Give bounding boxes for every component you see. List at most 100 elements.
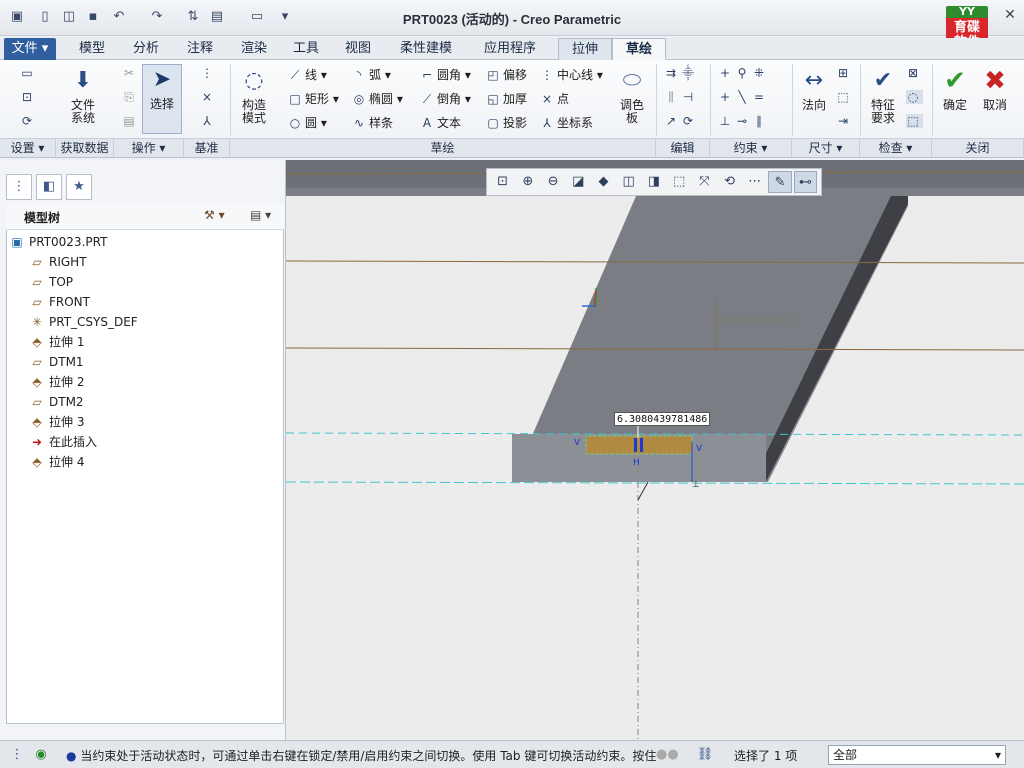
datum-csys-icon[interactable]: ⅄: [200, 114, 217, 128]
offset-tool[interactable]: ◰ 偏移: [486, 66, 527, 83]
lock-icon[interactable]: ⊷: [793, 171, 817, 193]
copy-icon[interactable]: ⎘: [122, 90, 139, 104]
tree-item[interactable]: ▱ RIGHT: [30, 252, 86, 272]
normal-dimension-button[interactable]: ↔ 法向: [796, 66, 832, 112]
centerline-datum-icon[interactable]: ⋮: [200, 66, 217, 80]
sketch-view-icon[interactable]: ⟳: [20, 114, 37, 128]
highlight-open-ends-icon[interactable]: ◌: [906, 90, 923, 104]
datum-point-icon[interactable]: ×: [200, 90, 217, 104]
tab-file[interactable]: 文件 ▾: [4, 38, 56, 60]
group-setup[interactable]: 设置 ▾: [0, 138, 56, 157]
overlap-geometry-icon[interactable]: ⊠: [906, 66, 923, 80]
mirror-icon[interactable]: ⫼ ⊣: [664, 90, 698, 104]
dim-baseline-icon[interactable]: ⇥: [836, 114, 853, 128]
tab-extrude[interactable]: 拉伸: [558, 38, 612, 60]
datum-plane-icon: ▱: [32, 255, 42, 269]
tab-annotate[interactable]: 注释: [174, 38, 226, 60]
folder-browser-tab-icon[interactable]: ◧: [36, 174, 62, 200]
tab-applications[interactable]: 应用程序: [472, 38, 548, 60]
centerline-tool[interactable]: ⋮ 中心线 ▾: [540, 66, 603, 83]
tree-item[interactable]: ⬘ 拉伸 4: [30, 452, 84, 472]
rectangle-tool[interactable]: □ 矩形 ▾: [288, 90, 339, 107]
fillet-tool[interactable]: ⌐ 圆角 ▾: [420, 66, 471, 83]
dim-perimeter-icon[interactable]: ⊞: [836, 66, 853, 80]
display-style-icon[interactable]: ◆: [592, 171, 615, 193]
spline-tool[interactable]: ∿ 样条: [352, 114, 393, 131]
favorites-tab-icon[interactable]: ★: [66, 174, 92, 200]
constraint-vertical-icon[interactable]: + ⚲ ⁜: [718, 66, 769, 80]
ellipse-tool[interactable]: ◎ 椭圆 ▾: [352, 90, 403, 107]
tree-item[interactable]: ✳ PRT_CSYS_DEF: [30, 312, 138, 332]
circle-tool[interactable]: ○ 圆 ▾: [288, 114, 327, 131]
browser-icon[interactable]: ◉: [32, 746, 50, 764]
zoom-out-icon[interactable]: ⊖: [541, 171, 564, 193]
tree-item[interactable]: ➜ 在此插入: [30, 432, 97, 452]
show-navigator-icon[interactable]: ⋮: [8, 746, 26, 764]
feature-requirements-button[interactable]: ✔ 特征 要求: [864, 66, 902, 125]
vertex-display-icon[interactable]: ✎: [768, 171, 792, 193]
line-tool[interactable]: ⟋ 线 ▾: [288, 66, 327, 83]
tab-view[interactable]: 视图: [332, 38, 384, 60]
constraint-display-icon[interactable]: ⟲: [718, 171, 741, 193]
group-inspect[interactable]: 检查 ▾: [860, 138, 932, 157]
tab-render[interactable]: 渲染: [228, 38, 280, 60]
point-tool[interactable]: × 点: [540, 90, 569, 107]
graphics-window[interactable]: ⊥ 6.3080439781486 V V H: [286, 160, 1024, 740]
datum-display-icon[interactable]: ⬚: [668, 171, 691, 193]
sketch-view-icon[interactable]: ◨: [642, 171, 665, 193]
dimension-display-icon[interactable]: ⤧: [693, 171, 716, 193]
group-operations[interactable]: 操作 ▾: [114, 138, 184, 157]
text-tool[interactable]: A 文本: [420, 114, 461, 131]
zoom-in-icon[interactable]: ⊕: [516, 171, 539, 193]
project-tool[interactable]: ▢ 投影: [486, 114, 527, 131]
smart-selection-icon[interactable]: ⛓: [696, 746, 714, 764]
tree-item[interactable]: ▱ TOP: [30, 272, 73, 292]
palette-button[interactable]: ⬭ 调色 板: [614, 66, 650, 125]
cancel-button[interactable]: ✖ 取消: [976, 66, 1014, 112]
tree-item[interactable]: ⬘ 拉伸 2: [30, 372, 84, 392]
cut-icon[interactable]: ✂: [122, 66, 139, 80]
tree-item[interactable]: ⬘ 拉伸 1: [30, 332, 84, 352]
grid-display-icon[interactable]: ⋯: [743, 171, 766, 193]
tab-flexible-modeling[interactable]: 柔性建模: [388, 38, 464, 60]
tree-item-label: PRT_CSYS_DEF: [49, 315, 138, 329]
sketch-setup-icon[interactable]: ▭: [20, 66, 37, 80]
tab-analysis[interactable]: 分析: [120, 38, 172, 60]
modify-icon[interactable]: ⇉ ⸎: [664, 66, 698, 80]
construct-mode-button[interactable]: ◌ 构造 模式: [234, 66, 274, 125]
tree-columns-icon[interactable]: ▤ ▾: [250, 208, 271, 222]
csys-tool[interactable]: ⅄ 坐标系: [540, 114, 593, 131]
reference-icon[interactable]: ⊡: [20, 90, 37, 104]
thicken-tool[interactable]: ◱ 加厚: [486, 90, 527, 107]
tab-tools[interactable]: 工具: [280, 38, 332, 60]
tree-item[interactable]: ⬘ 拉伸 3: [30, 412, 84, 432]
select-button[interactable]: ➤ 选择: [142, 64, 182, 134]
saved-views-icon[interactable]: ◫: [617, 171, 640, 193]
constraint-perpendicular-icon[interactable]: ⊥ ⊸ ∥: [718, 114, 769, 128]
chamfer-tool[interactable]: ⟋ 倒角 ▾: [420, 90, 471, 107]
selection-filter-dropdown[interactable]: 全部 ▾: [828, 745, 1006, 765]
refit-icon[interactable]: ⊡: [491, 171, 514, 193]
arc-tool[interactable]: ◝ 弧 ▾: [352, 66, 391, 83]
tree-item[interactable]: ▱ DTM2: [30, 392, 83, 412]
tree-item[interactable]: ▣ PRT0023.PRT: [10, 232, 107, 252]
dim-reference-icon[interactable]: ⬚: [836, 90, 853, 104]
constraint-horizontal-icon[interactable]: + ╲ =: [718, 90, 769, 104]
close-icon[interactable]: ✕: [1000, 6, 1020, 24]
tree-item[interactable]: ▱ FRONT: [30, 292, 90, 312]
shade-closed-loops-icon[interactable]: ⬚: [906, 114, 923, 128]
extrude-icon: ⬘: [32, 335, 42, 349]
ok-button[interactable]: ✔ 确定: [936, 66, 974, 112]
paste-icon[interactable]: ▤: [122, 114, 139, 128]
repaint-icon[interactable]: ◪: [567, 171, 590, 193]
tree-item[interactable]: ▱ DTM1: [30, 352, 83, 372]
dimension-input[interactable]: 6.3080439781486: [614, 412, 711, 426]
group-constrain[interactable]: 约束 ▾: [710, 138, 792, 157]
tab-model[interactable]: 模型: [66, 38, 118, 60]
corner-icon[interactable]: ↗ ⟳: [664, 114, 698, 128]
tab-sketch[interactable]: 草绘: [612, 38, 666, 60]
group-dimension[interactable]: 尺寸 ▾: [792, 138, 860, 157]
file-system-button[interactable]: ⬇ 文件 系统: [64, 66, 102, 125]
tree-settings-icon[interactable]: ⚒ ▾: [204, 208, 225, 222]
model-tree-tab-icon[interactable]: ⋮: [6, 174, 32, 200]
